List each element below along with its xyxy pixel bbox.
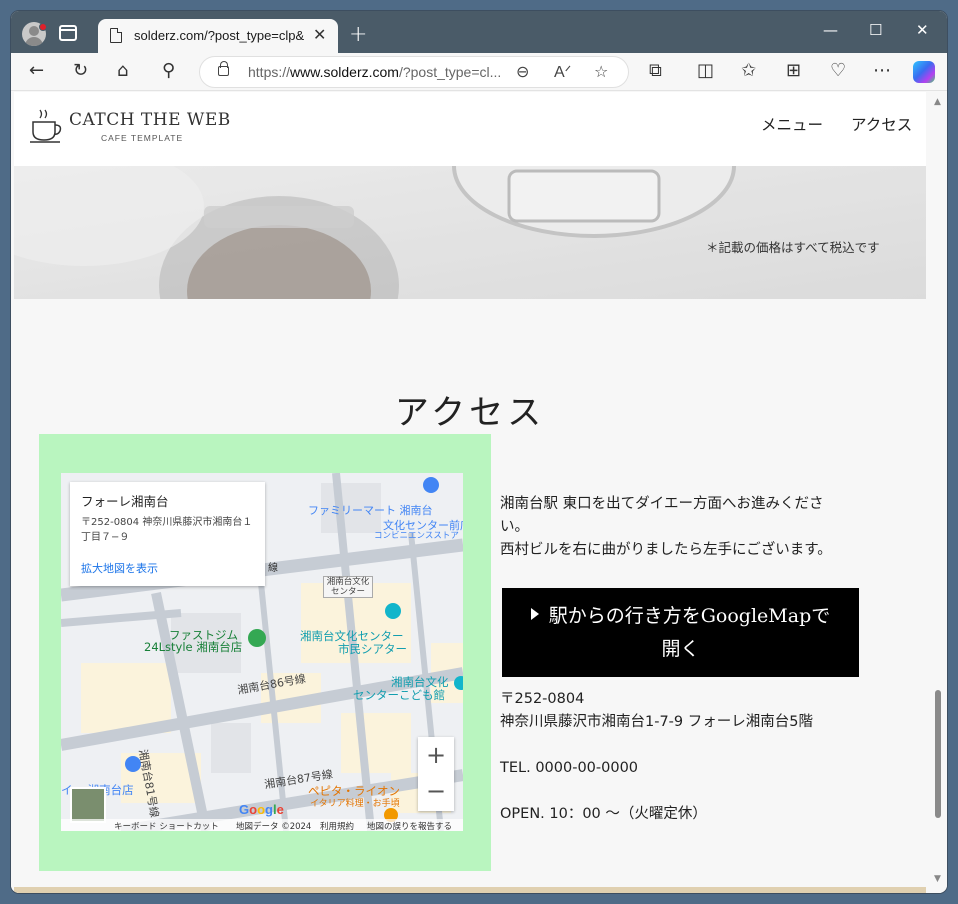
browser-toolbar: ← ↻ ⌂ ⚲ https://www.solderz.com/?post_ty…	[11, 53, 947, 91]
home-icon[interactable]: ⌂	[117, 61, 128, 81]
logo-subtitle: CAFE TEMPLATE	[101, 133, 184, 143]
favorite-star-icon[interactable]: ☆	[594, 62, 608, 81]
url-text[interactable]: https://www.solderz.com/?post_type=cl...	[248, 64, 508, 80]
logo-name[interactable]: CATCH THE WEB	[69, 110, 231, 130]
terms-link[interactable]: 利用規約	[320, 820, 354, 831]
button-label-1: 駅からの行き方をGoogleMapで	[548, 605, 831, 627]
map-place-card: フォーレ湘南台 〒252-0804 神奈川県藤沢市湘南台１丁目７−９ 拡大地図を…	[70, 482, 265, 586]
address-text: 神奈川県藤沢市湘南台1-7-9 フォーレ湘南台5階	[500, 714, 813, 730]
hours-text: OPEN. 10：00 〜（火曜定休）	[500, 806, 707, 822]
nav-access[interactable]: アクセス	[851, 113, 912, 135]
keyboard-shortcuts-link[interactable]: キーボード ショートカット	[114, 820, 219, 831]
page-icon	[110, 28, 122, 43]
lock-icon[interactable]	[218, 61, 229, 76]
map-label-pepita-2: イタリア料理・お手頃	[310, 799, 400, 809]
map-label-road-top: 線	[268, 563, 278, 574]
browser-window: solderz.com/?post_type=clp&p= ✕ + — ☐ ✕ …	[11, 11, 947, 893]
scroll-up-icon[interactable]: ▲	[934, 97, 941, 107]
satellite-toggle[interactable]	[70, 787, 106, 823]
read-aloud-icon[interactable]: Aᐟ	[554, 62, 571, 82]
zoom-in-button[interactable]: +	[418, 741, 454, 769]
refresh-icon[interactable]: ↻	[73, 61, 88, 81]
map-label-convenience: コンビニエンスストア	[374, 531, 459, 541]
google-map[interactable]: ファミリーマート 湘南台 文化センター前店 コンビニエンスストア 線 湘南台文化…	[61, 473, 463, 831]
new-tab-button[interactable]: +	[349, 22, 367, 47]
footer-bar	[14, 887, 926, 893]
view-larger-map-link[interactable]: 拡大地図を表示	[81, 560, 158, 576]
tax-note: ＊記載の価格はすべて税込です	[706, 240, 880, 255]
map-label-gym-2: 24Lstyle 湘南台店	[144, 640, 243, 654]
site-header: CATCH THE WEB CAFE TEMPLATE メニュー アクセス	[14, 92, 926, 166]
close-button[interactable]: ✕	[916, 21, 929, 39]
tab-title: solderz.com/?post_type=clp&p=	[134, 28, 304, 43]
section-title-access: アクセス	[394, 393, 546, 433]
split-screen-icon[interactable]: ◫	[697, 61, 714, 81]
search-icon[interactable]: ⚲	[162, 61, 175, 81]
directions-line-3: 西村ビルを右に曲がりましたら左手にございます。	[500, 542, 832, 558]
map-zoom-controls: + −	[418, 737, 454, 811]
nav-menu[interactable]: メニュー	[761, 113, 823, 135]
directions-line-2: い。	[500, 519, 529, 535]
coffee-photo	[14, 166, 926, 299]
address-bar[interactable]: https://www.solderz.com/?post_type=cl...…	[199, 56, 629, 88]
minimize-button[interactable]: —	[823, 21, 838, 39]
more-menu-icon[interactable]: ⋯	[873, 61, 891, 81]
zoom-out-button[interactable]: −	[418, 777, 454, 805]
coffee-cup-icon	[30, 109, 62, 143]
map-label-familymart: ファミリーマート 湘南台	[308, 504, 433, 517]
google-logo: Google	[239, 802, 284, 817]
back-icon[interactable]: ←	[29, 61, 44, 81]
place-address: 〒252-0804 神奈川県藤沢市湘南台１丁目７−９	[81, 517, 253, 543]
map-label-culture-2: 市民シアター	[338, 642, 407, 656]
tab-close-icon[interactable]: ✕	[313, 25, 326, 44]
place-name: フォーレ湘南台	[81, 494, 169, 509]
title-bar: solderz.com/?post_type=clp&p= ✕ + — ☐ ✕	[11, 11, 947, 53]
button-label-2: 開く	[661, 638, 700, 660]
copilot-icon[interactable]	[913, 61, 935, 83]
zoom-icon[interactable]: ⊖	[516, 62, 529, 81]
open-google-map-button[interactable]: 駅からの行き方をGoogleMapで 開く	[502, 588, 859, 677]
hero-image: ＊記載の価格はすべて税込です	[14, 166, 926, 299]
play-triangle-icon	[530, 608, 539, 620]
scroll-down-icon[interactable]: ▼	[934, 874, 941, 884]
directions-line-1: 湘南台駅 東口を出てダイエー方面へお進みくださ	[500, 496, 824, 512]
report-error-link[interactable]: 地図の誤りを報告する	[367, 820, 452, 831]
scrollbar-thumb[interactable]	[935, 690, 941, 818]
page-viewport: CATCH THE WEB CAFE TEMPLATE メニュー アクセス ＊記…	[11, 92, 929, 893]
collections-icon[interactable]: ⊞	[786, 61, 801, 81]
map-label-kids-2: センターこども館	[353, 688, 445, 702]
notification-dot	[39, 23, 47, 31]
favorites-icon[interactable]: ✩	[741, 61, 756, 81]
maximize-button[interactable]: ☐	[869, 21, 882, 39]
browser-essentials-icon[interactable]: ♡	[830, 61, 846, 81]
map-data-text: 地図データ ©2024	[236, 822, 312, 831]
map-footer: キーボード ショートカット 地図データ ©2024 利用規約 地図の誤りを報告す…	[61, 819, 463, 831]
postal-code: 〒252-0804	[500, 691, 585, 707]
tel-text: TEL. 0000-00-0000	[500, 760, 639, 776]
extensions-icon[interactable]: ⧉	[649, 61, 662, 81]
tab-actions-icon[interactable]	[59, 25, 77, 41]
browser-tab[interactable]: solderz.com/?post_type=clp&p= ✕	[98, 19, 338, 53]
vertical-scrollbar[interactable]: ▲ ▼	[929, 92, 947, 893]
map-label-culture-small: 湘南台文化 センター	[323, 576, 373, 598]
